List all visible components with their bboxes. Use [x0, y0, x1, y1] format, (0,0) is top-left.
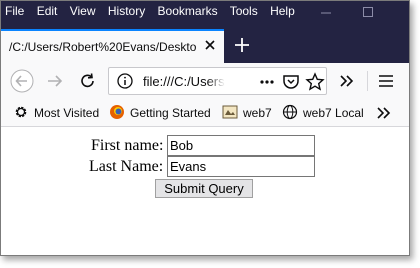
overflow-chevron-icon[interactable] — [337, 71, 357, 91]
new-tab-icon[interactable] — [233, 36, 251, 54]
bookmark-label: Getting Started — [130, 106, 211, 120]
url-text: file:///C:/Users/Robert%20Evans/Desktop/ — [143, 74, 225, 89]
last-name-label: Last Name: — [89, 158, 164, 175]
menu-help[interactable]: Help — [270, 4, 295, 18]
toolbar-separator — [367, 71, 368, 91]
browser-window: File Edit View History Bookmarks Tools H… — [0, 0, 410, 256]
submit-button[interactable]: Submit Query — [155, 179, 253, 198]
tab-active[interactable]: /C:/Users/Robert%20Evans/Desktop/ — [1, 29, 224, 63]
gear-icon — [13, 104, 29, 120]
navigation-bar: file:///C:/Users/Robert%20Evans/Desktop/ — [1, 63, 409, 99]
last-name-input[interactable] — [167, 156, 315, 177]
forward-icon[interactable] — [45, 71, 65, 91]
first-name-label: First name: — [91, 137, 164, 154]
page-content: First name: Last Name: Submit Query — [1, 127, 409, 255]
first-name-input[interactable] — [167, 135, 315, 156]
reload-icon[interactable] — [78, 71, 98, 91]
bookmark-label: web7 — [243, 106, 272, 120]
menu-bar: File Edit View History Bookmarks Tools H… — [5, 4, 304, 18]
page-actions-icon[interactable] — [257, 72, 277, 92]
close-icon[interactable] — [202, 37, 218, 53]
menu-edit[interactable]: Edit — [37, 4, 58, 18]
bookmark-most-visited[interactable]: Most Visited — [13, 104, 99, 122]
menu-history[interactable]: History — [108, 4, 145, 18]
bookmarks-overflow-icon[interactable] — [375, 104, 393, 122]
menu-file[interactable]: File — [5, 4, 24, 18]
bookmark-web7[interactable]: web7 — [222, 104, 272, 122]
tab-title: /C:/Users/Robert%20Evans/Desktop/ — [9, 40, 197, 54]
first-name-row: First name: — [1, 135, 409, 157]
pocket-icon[interactable] — [281, 72, 301, 92]
globe-icon — [282, 104, 298, 120]
address-bar[interactable]: file:///C:/Users/Robert%20Evans/Desktop/ — [108, 67, 327, 95]
menu-tools[interactable]: Tools — [230, 4, 258, 18]
info-icon[interactable] — [117, 73, 133, 89]
menu-bookmarks[interactable]: Bookmarks — [158, 4, 218, 18]
page-icon — [222, 104, 238, 120]
menu-view[interactable]: View — [70, 4, 96, 18]
firefox-icon — [109, 104, 125, 120]
bookmarks-toolbar: Most Visited Getting Started web7 web7 L… — [1, 99, 409, 127]
minimize-icon[interactable] — [319, 5, 333, 19]
tab-strip: /C:/Users/Robert%20Evans/Desktop/ — [1, 24, 409, 63]
back-icon[interactable] — [10, 69, 34, 93]
bookmark-label: Most Visited — [34, 106, 100, 120]
bookmark-label: web7 Local — [303, 106, 364, 120]
title-bar: File Edit View History Bookmarks Tools H… — [1, 1, 409, 24]
bookmark-getting-started[interactable]: Getting Started — [109, 104, 211, 122]
last-name-row: Last Name: — [1, 156, 409, 178]
bookmark-web7-local[interactable]: web7 Local — [282, 104, 364, 122]
maximize-icon[interactable] — [361, 5, 375, 19]
hamburger-menu-icon[interactable] — [376, 71, 396, 91]
bookmark-star-icon[interactable] — [305, 72, 325, 92]
